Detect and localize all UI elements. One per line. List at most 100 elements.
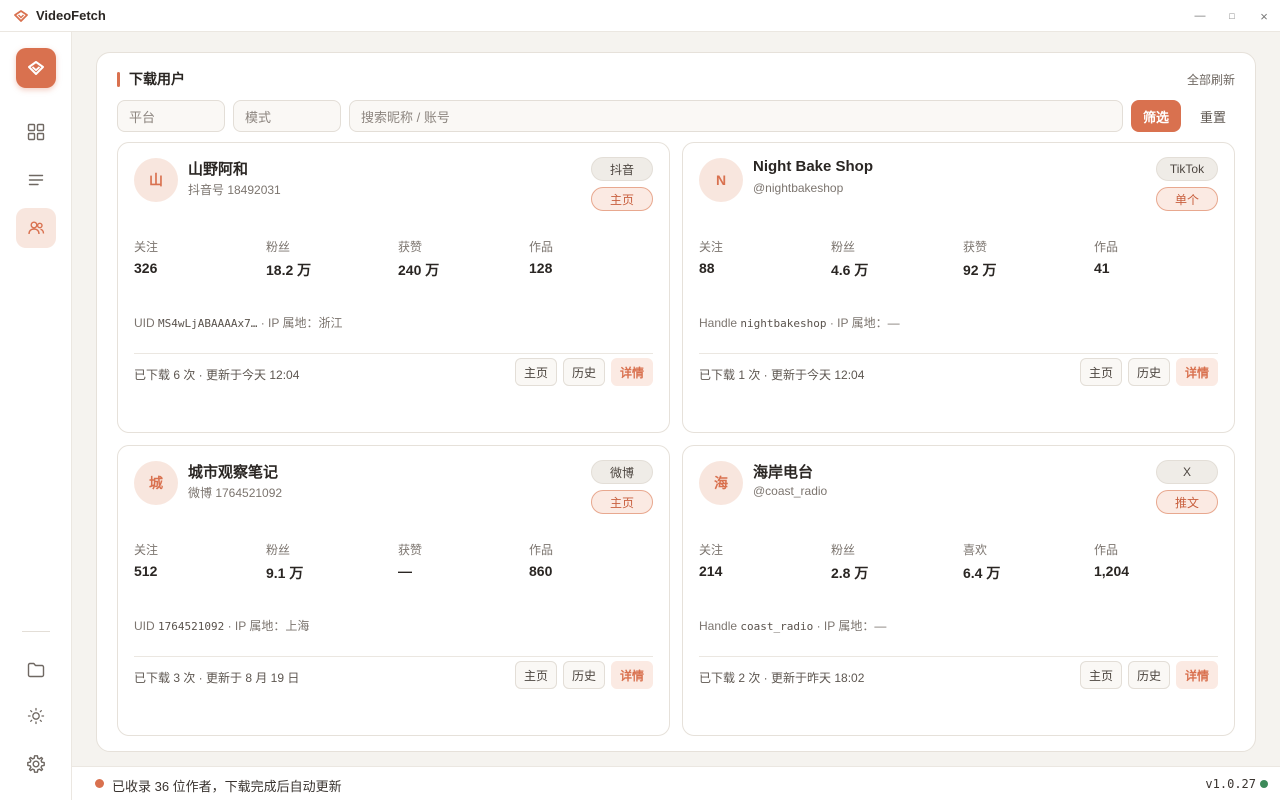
mode-badge: 推文 bbox=[1156, 490, 1218, 514]
users-panel: 下载用户 全部刷新 平台 模式 搜索昵称 / 账号 筛选 重置 山 山野阿和 抖… bbox=[96, 52, 1256, 752]
refresh-all-button[interactable]: 全部刷新 bbox=[1187, 71, 1235, 88]
nav-folder-button[interactable] bbox=[16, 650, 56, 690]
card-divider bbox=[699, 353, 1218, 354]
title-accent-bar bbox=[117, 71, 120, 87]
panel-title-text: 下载用户 bbox=[129, 71, 185, 87]
close-button[interactable]: × bbox=[1248, 0, 1280, 32]
version-label: v1.0.27 bbox=[1205, 777, 1256, 791]
card-divider bbox=[699, 656, 1218, 657]
search-input[interactable]: 搜索昵称 / 账号 bbox=[349, 100, 1123, 132]
status-text: 已收录 36 位作者，下载完成后自动更新 bbox=[112, 779, 342, 794]
history-button[interactable]: 历史 bbox=[563, 661, 605, 689]
user-meta: UID MS4wLjABAAAAx7… · IP 属地：浙江 bbox=[134, 316, 343, 330]
stat-followers: 粉丝 4.6 万 bbox=[831, 240, 869, 278]
app-logo-icon bbox=[14, 9, 28, 23]
folder-icon bbox=[27, 662, 45, 678]
grid-icon bbox=[27, 123, 45, 141]
user-account: 抖音号 18492031 bbox=[188, 183, 281, 197]
user-name: 山野阿和 bbox=[188, 161, 249, 178]
download-summary: 已下载 1 次 · 更新于今天 12:04 bbox=[699, 368, 865, 382]
reset-button[interactable]: 重置 bbox=[1191, 100, 1235, 132]
user-meta: Handle coast_radio · IP 属地：— bbox=[699, 619, 887, 633]
stat-likes: 喜欢 6.4 万 bbox=[963, 543, 1001, 581]
history-button[interactable]: 历史 bbox=[1128, 661, 1170, 689]
mode-select[interactable]: 模式 bbox=[233, 100, 341, 132]
detail-button[interactable]: 详情 bbox=[1176, 358, 1218, 386]
stat-likes: 获赞 240 万 bbox=[398, 240, 440, 278]
history-button[interactable]: 历史 bbox=[1128, 358, 1170, 386]
download-summary: 已下载 6 次 · 更新于今天 12:04 bbox=[134, 368, 300, 382]
platform-badge: 微博 bbox=[591, 460, 653, 484]
stat-works: 作品 128 bbox=[529, 240, 554, 276]
stat-followers: 粉丝 9.1 万 bbox=[266, 543, 304, 581]
panel-title: 下载用户 bbox=[117, 71, 185, 87]
stat-works: 作品 860 bbox=[529, 543, 554, 579]
online-indicator bbox=[1260, 780, 1268, 788]
download-summary: 已下载 2 次 · 更新于昨天 18:02 bbox=[699, 671, 865, 685]
stat-following: 关注 326 bbox=[134, 240, 159, 276]
stat-works: 作品 1,204 bbox=[1094, 543, 1130, 579]
platform-select[interactable]: 平台 bbox=[117, 100, 225, 132]
stat-followers: 粉丝 2.8 万 bbox=[831, 543, 869, 581]
avatar: 海 bbox=[699, 461, 743, 505]
detail-button[interactable]: 详情 bbox=[611, 661, 653, 689]
status-bar: 已收录 36 位作者，下载完成后自动更新 v1.0.27 bbox=[72, 766, 1280, 800]
maximize-button[interactable]: □ bbox=[1216, 0, 1248, 32]
platform-badge: 抖音 bbox=[591, 157, 653, 181]
platform-badge: TikTok bbox=[1156, 157, 1218, 181]
stat-likes: 获赞 — bbox=[398, 543, 423, 579]
user-card: 城 城市观察笔记 微博 1764521092 微博 主页 关注 512 粉丝 9.1… bbox=[117, 445, 670, 736]
nav-tasks-button[interactable] bbox=[16, 160, 56, 200]
home-button[interactable]: 主页 bbox=[515, 661, 557, 689]
user-account: @coast_radio bbox=[753, 484, 828, 498]
download-summary: 已下载 3 次 · 更新于 8 月 19 日 bbox=[134, 671, 300, 685]
minimize-button[interactable]: — bbox=[1184, 0, 1216, 32]
detail-button[interactable]: 详情 bbox=[611, 358, 653, 386]
user-name: Night Bake Shop bbox=[753, 158, 874, 175]
user-name: 海岸电台 bbox=[753, 464, 814, 481]
users-icon bbox=[28, 221, 45, 235]
avatar: 城 bbox=[134, 461, 178, 505]
stat-following: 关注 512 bbox=[134, 543, 159, 579]
sun-icon bbox=[27, 707, 45, 725]
stat-works: 作品 41 bbox=[1094, 240, 1119, 276]
user-card: 山 山野阿和 抖音号 18492031 抖音 主页 关注 326 粉丝 18.2 万… bbox=[117, 142, 670, 433]
stat-following: 关注 88 bbox=[699, 240, 724, 276]
user-card: N Night Bake Shop @nightbakeshop TikTok … bbox=[682, 142, 1235, 433]
detail-button[interactable]: 详情 bbox=[1176, 661, 1218, 689]
status-indicator bbox=[95, 779, 104, 788]
filter-button[interactable]: 筛选 bbox=[1131, 100, 1181, 132]
user-meta: Handle nightbakeshop · IP 属地：— bbox=[699, 316, 900, 330]
mode-badge: 单个 bbox=[1156, 187, 1218, 211]
app-title: VideoFetch bbox=[36, 8, 106, 23]
card-divider bbox=[134, 353, 653, 354]
platform-badge: X bbox=[1156, 460, 1218, 484]
nav-theme-button[interactable] bbox=[16, 696, 56, 736]
home-button[interactable]: 主页 bbox=[515, 358, 557, 386]
stat-followers: 粉丝 18.2 万 bbox=[266, 240, 312, 278]
user-meta: UID 1764521092 · IP 属地：上海 bbox=[134, 619, 310, 633]
stat-following: 关注 214 bbox=[699, 543, 724, 579]
history-button[interactable]: 历史 bbox=[563, 358, 605, 386]
nav-settings-button[interactable] bbox=[16, 744, 56, 784]
gear-icon bbox=[27, 755, 45, 773]
home-logo-button[interactable] bbox=[16, 48, 56, 88]
nav-users-button[interactable] bbox=[16, 208, 56, 248]
stat-likes: 获赞 92 万 bbox=[963, 240, 997, 278]
mode-badge: 主页 bbox=[591, 187, 653, 211]
sidebar-divider bbox=[22, 631, 50, 632]
user-account: 微博 1764521092 bbox=[188, 486, 283, 500]
user-card: 海 海岸电台 @coast_radio X 推文 关注 214 粉丝 2.8 万 喜… bbox=[682, 445, 1235, 736]
user-account: @nightbakeshop bbox=[753, 181, 844, 195]
user-name: 城市观察笔记 bbox=[188, 464, 279, 481]
list-icon bbox=[28, 174, 44, 186]
mode-badge: 主页 bbox=[591, 490, 653, 514]
sidebar bbox=[0, 32, 72, 800]
avatar: N bbox=[699, 158, 743, 202]
title-bar: VideoFetch — □ × bbox=[0, 0, 1280, 32]
avatar: 山 bbox=[134, 158, 178, 202]
home-button[interactable]: 主页 bbox=[1080, 661, 1122, 689]
card-divider bbox=[134, 656, 653, 657]
nav-dashboard-button[interactable] bbox=[16, 112, 56, 152]
home-button[interactable]: 主页 bbox=[1080, 358, 1122, 386]
